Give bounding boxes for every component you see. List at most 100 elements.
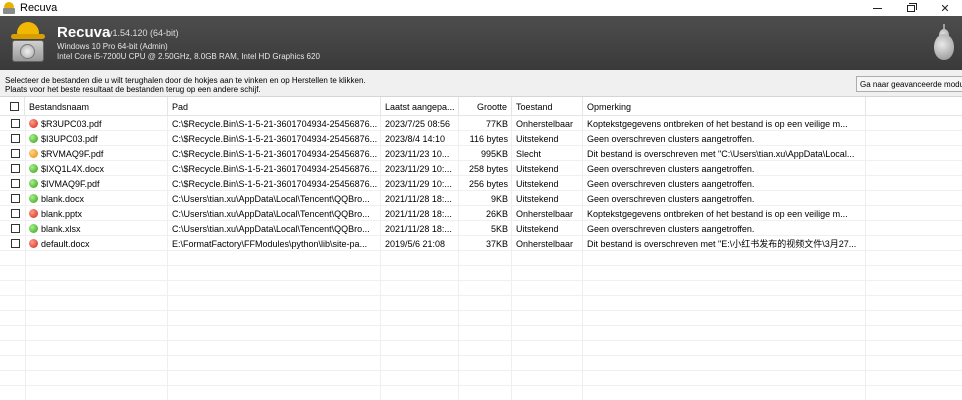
column-header-comment[interactable]: Opmerking [583, 97, 866, 116]
row-checkbox[interactable] [11, 209, 20, 218]
row-divider [0, 220, 962, 221]
cell-size: 37KB [485, 238, 508, 249]
row-divider [0, 295, 962, 296]
column-header-size[interactable]: Grootte [459, 97, 512, 116]
filename-text: blank.pptx [41, 208, 83, 219]
column-divider [458, 116, 459, 400]
row-checkbox[interactable] [11, 179, 20, 188]
cell-modified: 2023/7/25 08:56 [385, 118, 451, 129]
row-divider [0, 340, 962, 341]
cell-path: C:\Users\tian.xu\AppData\Local\Tencent\Q… [172, 208, 370, 219]
filename-text: $IXQ1L4X.docx [41, 163, 105, 174]
filename-text: $R3UPC03.pdf [41, 118, 102, 129]
row-divider [0, 385, 962, 386]
column-header-state[interactable]: Toestand [512, 97, 583, 116]
app-version: v1.54.120 (64-bit) [108, 28, 179, 38]
cell-filename: blank.xlsx [25, 221, 168, 236]
cell-state: Onherstelbaar [516, 238, 574, 249]
cell-path: C:\$Recycle.Bin\S-1-5-21-3601704934-2545… [172, 118, 378, 129]
cell-modified: 2023/11/29 10:... [385, 178, 452, 189]
cell-state: Uitstekend [516, 163, 559, 174]
file-list[interactable]: Bestandsnaam Pad Laatst aangepa... Groot… [0, 97, 962, 400]
status-red-icon [29, 239, 38, 248]
cell-filename: $R3UPC03.pdf [25, 116, 168, 131]
table-row[interactable]: default.docx E:\FormatFactory\FFModules\p… [0, 236, 962, 251]
column-header-modified[interactable]: Laatst aangepa... [381, 97, 459, 116]
cell-filename: $RVMAQ9F.pdf [25, 146, 168, 161]
row-checkbox[interactable] [11, 149, 20, 158]
status-green-icon [29, 194, 38, 203]
row-divider [0, 250, 962, 251]
column-divider [511, 116, 512, 400]
row-checkbox[interactable] [11, 194, 20, 203]
cell-state: Uitstekend [516, 178, 559, 189]
column-divider [865, 116, 866, 400]
cell-filename: default.docx [25, 236, 168, 251]
cell-size: 116 bytes [469, 133, 508, 144]
row-checkbox[interactable] [11, 239, 20, 248]
cell-state: Onherstelbaar [516, 208, 574, 219]
cell-path: C:\$Recycle.Bin\S-1-5-21-3601704934-2545… [172, 178, 378, 189]
cell-path: E:\FormatFactory\FFModules\python\lib\si… [172, 238, 368, 249]
table-row[interactable]: $I3UPC03.pdf C:\$Recycle.Bin\S-1-5-21-360… [0, 131, 962, 146]
cell-comment: Geen overschreven clusters aangetroffen. [587, 193, 755, 204]
table-row[interactable]: blank.docx C:\Users\tian.xu\AppData\Local… [0, 191, 962, 206]
status-green-icon [29, 224, 38, 233]
column-header-path[interactable]: Pad [168, 97, 381, 116]
cell-size: 258 bytes [468, 163, 508, 174]
status-orange-icon [29, 149, 38, 158]
cell-comment: Dit bestand is overschreven met "E:\小红书发… [587, 239, 857, 249]
app-name: Recuva [57, 24, 111, 41]
cell-state: Slecht [516, 148, 542, 159]
table-row[interactable]: blank.xlsx C:\Users\tian.xu\AppData\Local… [0, 221, 962, 236]
row-divider [0, 310, 962, 311]
system-info-os: Windows 10 Pro 64-bit (Admin) [57, 42, 168, 51]
row-checkbox[interactable] [11, 134, 20, 143]
column-header-filename[interactable]: Bestandsnaam [25, 97, 168, 116]
close-icon: ✕ [940, 2, 950, 15]
recuva-app-icon [3, 2, 15, 14]
table-row[interactable]: blank.pptx C:\Users\tian.xu\AppData\Local… [0, 206, 962, 221]
row-checkbox[interactable] [11, 224, 20, 233]
table-row[interactable]: $R3UPC03.pdf C:\$Recycle.Bin\S-1-5-21-360… [0, 116, 962, 131]
cell-modified: 2023/11/23 10... [385, 148, 450, 159]
row-divider [0, 235, 962, 236]
row-divider [0, 280, 962, 281]
row-divider [0, 265, 962, 266]
maximize-button[interactable] [894, 0, 928, 16]
row-divider [0, 145, 962, 146]
row-checkbox[interactable] [11, 119, 20, 128]
select-all-column[interactable] [0, 97, 25, 116]
cell-filename: blank.docx [25, 191, 168, 206]
select-all-checkbox[interactable] [10, 102, 19, 111]
filename-text: blank.xlsx [41, 223, 81, 234]
cell-size: 995KB [480, 148, 508, 159]
title-bar: Recuva ✕ [0, 0, 962, 16]
cell-state: Uitstekend [516, 223, 559, 234]
row-divider [0, 160, 962, 161]
close-button[interactable]: ✕ [928, 0, 962, 16]
cell-comment: Geen overschreven clusters aangetroffen. [587, 223, 755, 234]
cell-modified: 2021/11/28 18:... [385, 208, 452, 219]
cell-filename: blank.pptx [25, 206, 168, 221]
cell-path: C:\$Recycle.Bin\S-1-5-21-3601704934-2545… [172, 133, 378, 144]
column-divider [25, 116, 26, 400]
row-checkbox[interactable] [11, 164, 20, 173]
minimize-button[interactable] [860, 0, 894, 16]
table-row[interactable]: $RVMAQ9F.pdf C:\$Recycle.Bin\S-1-5-21-360… [0, 146, 962, 161]
filename-text: default.docx [41, 238, 90, 249]
row-divider [0, 130, 962, 131]
cell-state: Uitstekend [516, 193, 559, 204]
table-row[interactable]: $IVMAQ9F.pdf C:\$Recycle.Bin\S-1-5-21-360… [0, 176, 962, 191]
cell-path: C:\$Recycle.Bin\S-1-5-21-3601704934-2545… [172, 148, 378, 159]
instructions-bar: Selecteer de bestanden die u wilt terugh… [0, 70, 962, 97]
window-controls: ✕ [860, 0, 962, 16]
table-row[interactable]: $IXQ1L4X.docx C:\$Recycle.Bin\S-1-5-21-36… [0, 161, 962, 176]
cell-comment: Geen overschreven clusters aangetroffen. [587, 133, 755, 144]
filename-text: $I3UPC03.pdf [41, 133, 98, 144]
cell-comment: Geen overschreven clusters aangetroffen. [587, 163, 755, 174]
advanced-mode-button[interactable]: Ga naar geavanceerde modus [856, 76, 962, 92]
column-divider [380, 116, 381, 400]
cell-comment: Dit bestand is overschreven met "C:\User… [587, 148, 855, 159]
cell-comment: Geen overschreven clusters aangetroffen. [587, 178, 755, 189]
